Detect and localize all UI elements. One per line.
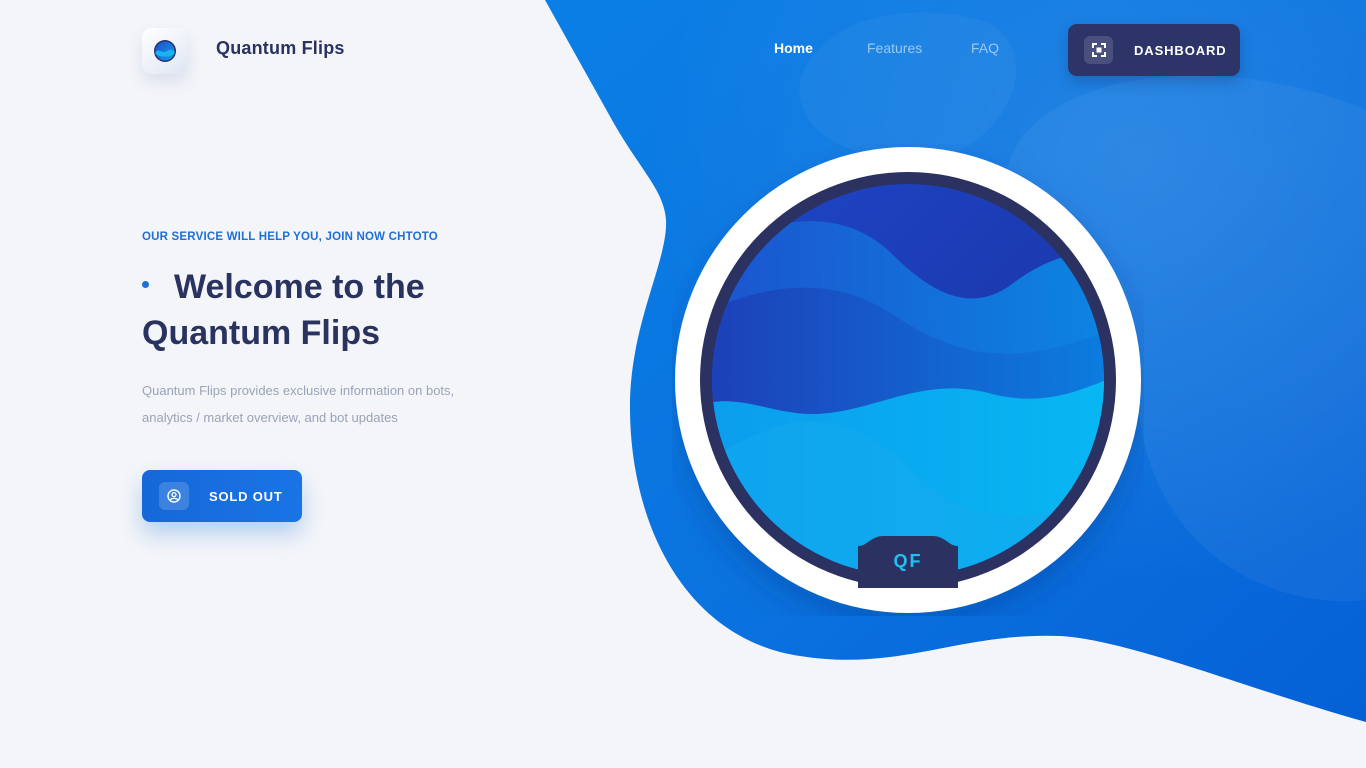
nav-features-link[interactable]: Features xyxy=(867,40,922,56)
nav-home-link[interactable]: Home xyxy=(774,40,813,56)
dashboard-button[interactable]: DASHBOARD xyxy=(1068,24,1240,76)
hero-description: Quantum Flips provides exclusive informa… xyxy=(142,383,455,425)
landing-page: Quantum Flips Home Features FAQ DASHBOAR… xyxy=(0,0,1366,768)
user-circle-icon xyxy=(159,482,189,510)
expand-icon xyxy=(1084,36,1113,64)
hero-title: Welcome to the Quantum Flips xyxy=(142,264,562,356)
hero-title-line2: Quantum Flips xyxy=(142,314,380,352)
orb-badge-text: QF xyxy=(894,551,923,571)
brand-name[interactable]: Quantum Flips xyxy=(216,38,345,59)
sold-out-label: SOLD OUT xyxy=(209,489,283,504)
hero-kicker: OUR SERVICE WILL HELP YOU, JOIN NOW CHTO… xyxy=(142,231,438,243)
globe-wave-icon xyxy=(154,40,176,62)
quantum-orb-illustration: QF xyxy=(675,147,1141,613)
dashboard-label: DASHBOARD xyxy=(1134,43,1227,58)
hero-title-line1: Welcome to the xyxy=(174,268,425,306)
logo[interactable] xyxy=(142,28,188,74)
sold-out-button[interactable]: SOLD OUT xyxy=(142,470,302,522)
nav-faq-link[interactable]: FAQ xyxy=(971,40,999,56)
